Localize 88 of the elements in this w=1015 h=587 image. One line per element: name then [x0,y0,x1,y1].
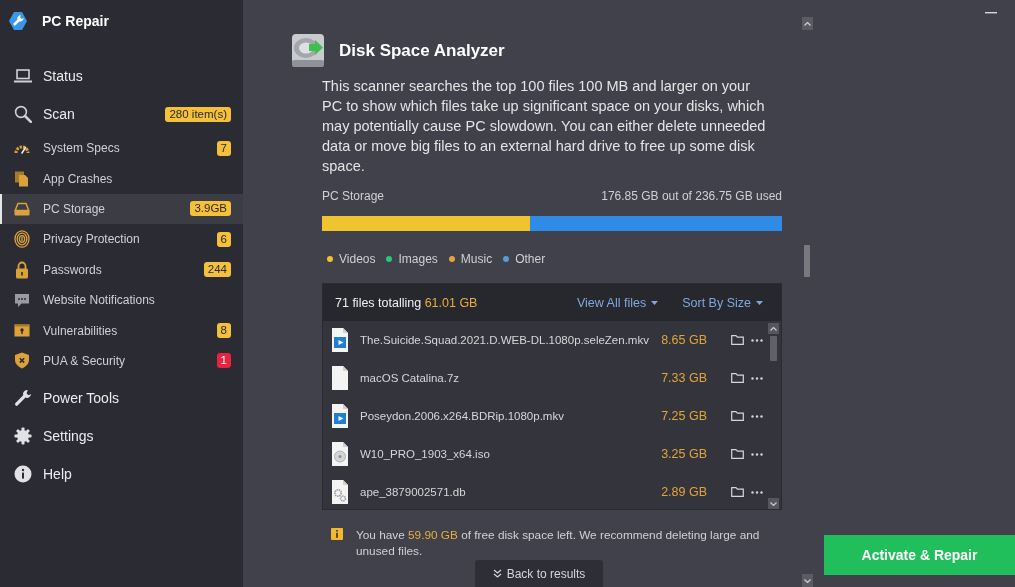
free-space-notice: You have 59.90 GB of free disk space left. We recommend deleting large and unused files. [356,527,761,559]
back-to-results-button[interactable]: Back to results [475,560,603,587]
file-size: 3.25 GB [661,447,707,461]
legend-label: Videos [339,251,376,267]
count-badge: 244 [203,262,231,278]
scrollbar-thumb[interactable] [804,245,810,277]
sidebar-item[interactable]: Settings [0,417,243,456]
app-title: PC Repair [42,12,109,31]
files-summary: 71 files totalling 61.01 GB [335,295,478,310]
fingerprint-icon [14,230,30,249]
folder-icon[interactable] [731,449,744,459]
sidebar-item[interactable]: Help [0,455,243,494]
wrench-icon [14,389,32,408]
shield-icon [14,352,30,370]
disc-file-icon [331,441,349,467]
sort-dropdown[interactable]: Sort By Size [682,295,763,310]
sidebar-item[interactable]: PC Storage 3.9GB [0,193,243,225]
folder-icon[interactable] [731,335,744,345]
file-name: The.Suicide.Squad.2021.D.WEB-DL.1080p.seleZen.mkv [360,334,649,346]
minimize-icon[interactable] [985,12,997,14]
scroll-up-button[interactable] [801,17,813,30]
double-chevron-down-icon [492,569,502,578]
caret-icon [756,300,763,305]
sidebar-item[interactable]: Power Tools [0,379,243,418]
folder-icon[interactable] [731,373,744,383]
count-badge: 3.9GB [190,201,231,217]
keyhole-box-icon [14,324,30,338]
view-filter-dropdown[interactable]: View All files [576,295,659,310]
documents-icon [14,170,30,187]
file-name: Poseydon.2006.x264.BDRip.1080p.mkv [360,410,564,422]
file-size: 2.89 GB [661,485,707,499]
folder-icon[interactable] [731,411,744,421]
legend-label: Other [515,251,546,267]
caret-icon [651,300,659,305]
hard-drive-icon [291,33,325,68]
laptop-icon [14,69,32,83]
sidebar-item[interactable]: Status [0,57,243,95]
storage-label: PC Storage [322,188,385,204]
padlock-icon [14,260,30,279]
speech-bubble-icon [14,292,30,308]
sidebar-item[interactable]: PUA & Security 1 [0,345,243,377]
sidebar-item[interactable]: Website Notifications [0,284,243,316]
settings-icon [14,427,32,446]
video-file-icon [331,403,349,429]
count-badge: 6 [216,231,231,247]
sidebar-item[interactable]: Scan 280 item(s) [0,95,243,133]
legend-label: Music [460,251,493,267]
drive-icon [14,201,30,216]
sidebar-item[interactable]: Passwords 244 [0,254,243,285]
blank-file-icon [331,365,349,391]
sidebar-item[interactable]: App Crashes [0,163,243,194]
scroll-up-button[interactable] [767,323,779,334]
file-name: ape_3879002571.db [360,486,466,498]
video-file-icon [331,327,349,353]
gears-file-icon [331,479,349,505]
search-icon [14,105,32,123]
page-title: Disk Space Analyzer [339,40,505,61]
scrollbar-thumb[interactable] [769,336,777,361]
more-icon[interactable] [751,376,763,380]
more-icon[interactable] [751,452,763,456]
chevron-up-icon [769,326,777,331]
more-icon[interactable] [751,414,763,418]
count-badge: 1 [216,353,231,369]
scroll-down-button[interactable] [801,574,813,587]
file-size: 7.33 GB [661,371,707,385]
info-icon [14,465,32,484]
file-size: 8.65 GB [661,333,707,347]
file-name: W10_PRO_1903_x64.iso [360,448,490,460]
sidebar-item[interactable]: Privacy Protection 6 [0,224,243,255]
description-text: This scanner searches the top 100 files 100 MB and larger on your PC to show which files take up significant space on your disks, which may potentially cause PC slowdown. You can either delete unneeded data or move big files to an external hard drive to free up some disk space. [322,77,767,176]
wrench-logo-icon [8,11,28,31]
more-icon[interactable] [751,338,763,342]
file-name: macOS Catalina.7z [360,372,460,384]
chevron-down-icon [803,578,811,583]
count-badge: 280 item(s) [165,106,231,122]
scroll-down-button[interactable] [767,498,779,509]
legend-label: Images [398,251,438,267]
chevron-down-icon [769,501,777,506]
chevron-up-icon [803,21,811,26]
more-icon[interactable] [751,490,763,494]
file-size: 7.25 GB [661,409,707,423]
info-badge-icon [331,528,343,540]
sidebar-item[interactable]: System Specs 7 [0,133,243,164]
count-badge: 8 [216,323,231,339]
folder-icon[interactable] [731,487,744,497]
sidebar-item[interactable]: Vulnerabilities 8 [0,315,243,346]
count-badge: 7 [216,140,231,156]
storage-usage-text: 176.85 GB out of 236.75 GB used [601,188,782,204]
